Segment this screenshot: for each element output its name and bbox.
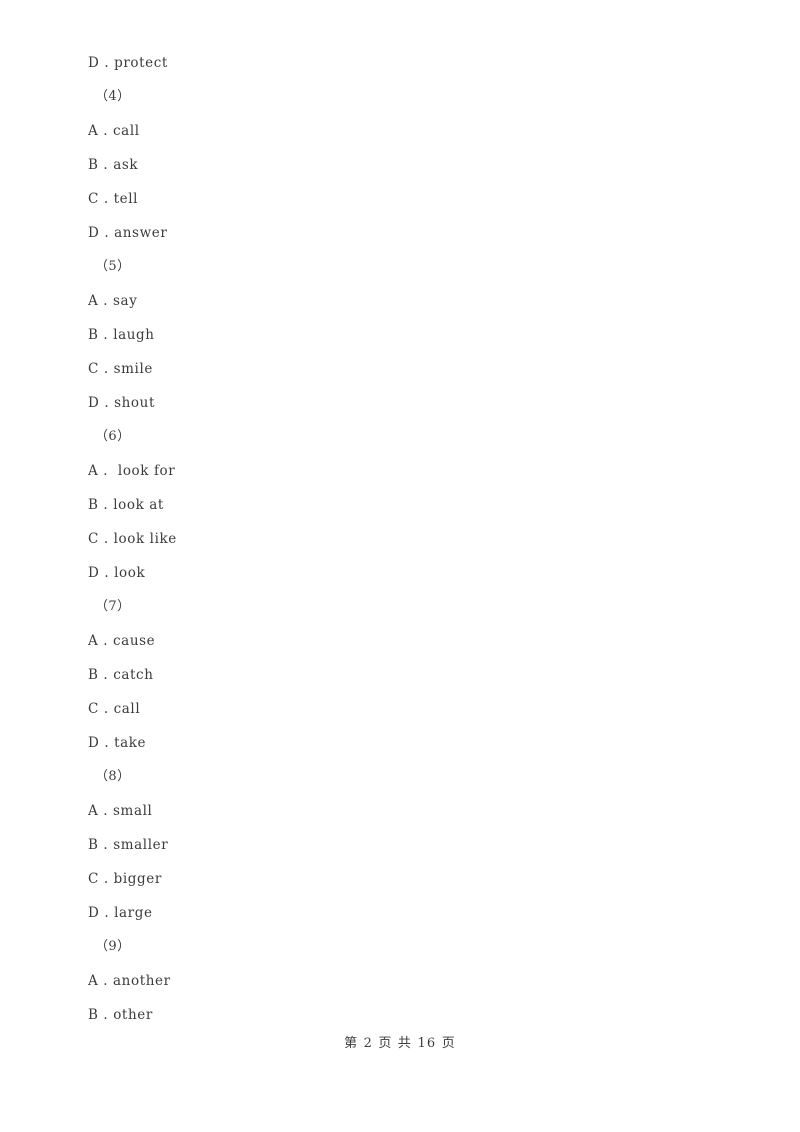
answer-option-line: B . catch xyxy=(88,667,154,683)
answer-option-line: D . protect xyxy=(88,55,168,71)
answer-option-line: B . look at xyxy=(88,497,164,513)
answer-option-line: A . say xyxy=(88,293,138,309)
answer-option-line: D . answer xyxy=(88,225,168,241)
question-number-line: （6） xyxy=(95,429,131,444)
answer-option-line: A . look for xyxy=(88,463,176,479)
answer-option-line: D . take xyxy=(88,735,147,751)
answer-option-line: D . shout xyxy=(88,395,155,411)
answer-option-line: A . cause xyxy=(88,633,156,649)
answer-option-line: C . tell xyxy=(88,191,139,207)
question-number-line: （5） xyxy=(95,259,131,274)
answer-option-line: B . ask xyxy=(88,157,139,173)
answer-option-line: A . call xyxy=(88,123,140,139)
page-footer: 第 2 页 共 16 页 xyxy=(344,1036,456,1051)
answer-option-line: C . look like xyxy=(88,531,177,547)
question-number-line: （7） xyxy=(95,599,131,614)
answer-option-line: B . laugh xyxy=(88,327,155,343)
question-number-line: （4） xyxy=(95,89,131,104)
answer-option-line: B . smaller xyxy=(88,837,169,853)
answer-option-line: A . small xyxy=(88,803,153,819)
document-page: D . protect （4） A . call B . ask C . tell D .… xyxy=(0,0,800,1132)
answer-option-line: D . look xyxy=(88,565,146,581)
answer-option-line: A . another xyxy=(88,973,171,989)
answer-option-line: B . other xyxy=(88,1007,153,1023)
answer-option-line: C . bigger xyxy=(88,871,162,887)
answer-option-line: C . call xyxy=(88,701,141,717)
answer-option-line: C . smile xyxy=(88,361,153,377)
question-number-line: （9） xyxy=(95,939,131,954)
question-option-list: D . protect （4） A . call B . ask C . tell D .… xyxy=(88,46,688,1032)
question-number-line: （8） xyxy=(95,769,131,784)
answer-option-line: D . large xyxy=(88,905,153,921)
